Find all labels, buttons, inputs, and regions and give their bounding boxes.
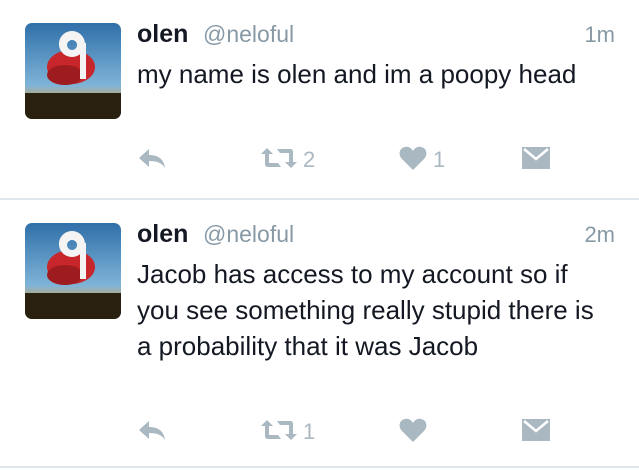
timestamp[interactable]: 1m <box>584 22 615 48</box>
direct-message-button[interactable] <box>522 412 550 452</box>
retweet-icon <box>261 418 297 447</box>
timestamp[interactable]: 2m <box>584 222 615 248</box>
tweet-header: olen @neloful 1m <box>137 20 615 54</box>
reply-button[interactable] <box>137 140 167 180</box>
retweet-button[interactable]: 2 <box>261 140 315 180</box>
tweet-actions: 1 <box>137 412 617 452</box>
username-handle[interactable]: @neloful <box>203 221 294 248</box>
retweet-icon <box>261 146 297 175</box>
heart-icon <box>399 417 427 448</box>
direct-message-icon <box>522 418 550 446</box>
tweet-header: olen @neloful 2m <box>137 220 615 254</box>
timeline: olen @neloful 1m my name is olen and im … <box>0 0 639 470</box>
tweet-text: my name is olen and im a poopy head <box>137 59 577 89</box>
display-name[interactable]: olen <box>137 220 188 249</box>
like-button[interactable]: 1 <box>399 140 445 180</box>
reply-icon <box>137 146 167 175</box>
retweet-count: 1 <box>303 419 316 444</box>
direct-message-button[interactable] <box>522 140 550 180</box>
tweet[interactable]: olen @neloful 1m my name is olen and im … <box>0 0 639 198</box>
reply-icon <box>137 418 167 447</box>
avatar[interactable] <box>25 23 121 119</box>
username-handle[interactable]: @neloful <box>203 21 294 48</box>
display-name[interactable]: olen <box>137 20 188 49</box>
tweet[interactable]: olen @neloful 2m Jacob has access to my … <box>0 200 639 470</box>
reply-button[interactable] <box>137 412 167 452</box>
tweet-actions: 2 1 <box>137 140 617 180</box>
divider <box>0 466 639 468</box>
tweet-text: Jacob has access to my account so if you… <box>137 259 594 361</box>
like-count: 1 <box>433 147 446 172</box>
retweet-button[interactable]: 1 <box>261 412 315 452</box>
like-button[interactable] <box>399 412 433 452</box>
avatar[interactable] <box>25 223 121 319</box>
retweet-count: 2 <box>303 147 316 172</box>
heart-icon <box>399 145 427 176</box>
direct-message-icon <box>522 146 550 174</box>
